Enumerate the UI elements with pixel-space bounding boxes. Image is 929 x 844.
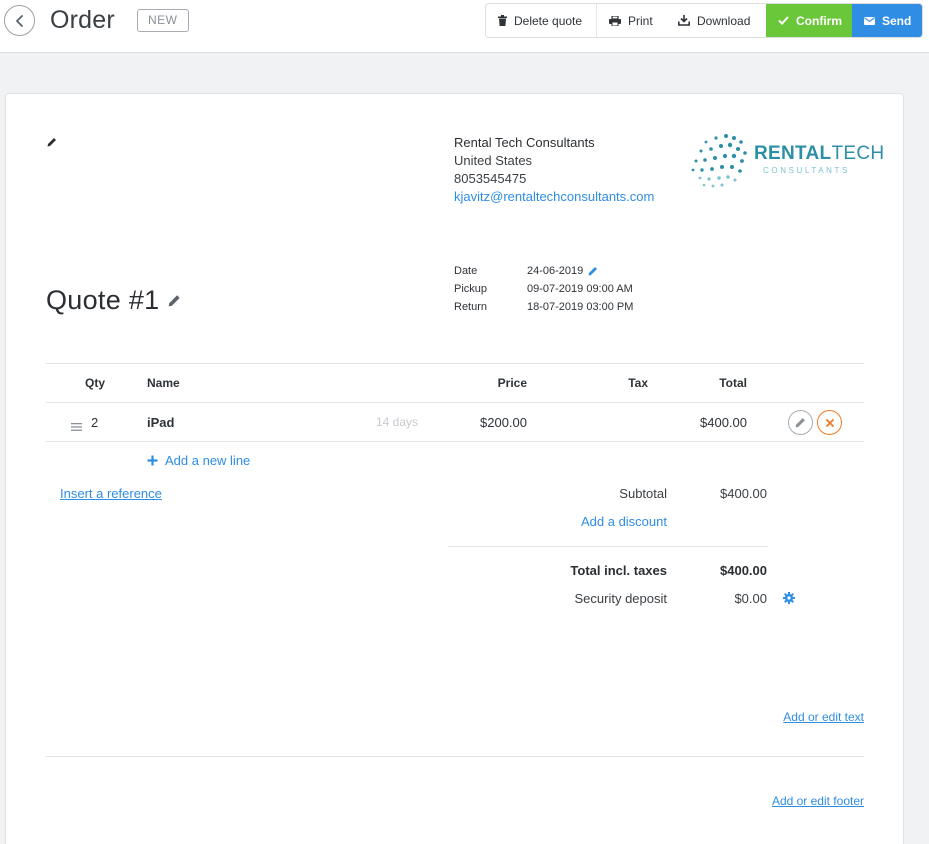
date-label: Date (454, 265, 478, 277)
company-logo: RENTALTECH CONSULTANTS (688, 132, 884, 190)
column-header-name: Name (147, 376, 180, 390)
totals-divider (448, 546, 768, 547)
pencil-icon (795, 418, 805, 428)
add-edit-text-link[interactable]: Add or edit text (706, 710, 864, 724)
logo-word-light: TECH (831, 143, 885, 164)
gear-icon (783, 592, 795, 604)
date-row: Date 24-06-2019 (454, 262, 633, 280)
pencil-icon (47, 138, 56, 147)
logo-word-bold: RENTAL (754, 143, 832, 164)
download-button[interactable]: Download (666, 4, 766, 37)
quote-title: Quote #1 (46, 285, 181, 316)
column-header-qty: Qty (85, 376, 106, 390)
logo-wordmark: RENTALTECH (754, 143, 884, 165)
globe-dots-icon (691, 134, 747, 188)
date-value-group: 24-06-2019 (527, 262, 598, 280)
send-label: Send (882, 13, 912, 28)
trash-icon (498, 15, 507, 26)
line-qty[interactable]: 2 (91, 415, 98, 430)
deposit-settings-button[interactable] (783, 591, 795, 609)
pickup-value: 09-07-2019 09:00 AM (527, 283, 633, 295)
printer-icon (609, 15, 621, 26)
send-button[interactable]: Send (852, 4, 922, 37)
print-label: Print (628, 13, 653, 28)
line-name: iPad (147, 415, 175, 430)
return-label: Return (454, 301, 488, 313)
company-phone: 8053545475 (454, 171, 527, 186)
column-header-price: Price (497, 376, 527, 390)
page-title: Order (50, 6, 115, 34)
print-button[interactable]: Print (597, 4, 666, 37)
action-toolbar: Delete quote Print Download Confirm Send (485, 3, 923, 38)
pencil-icon[interactable] (168, 294, 181, 307)
drag-handle-icon[interactable] (71, 418, 82, 436)
pencil-icon[interactable] (588, 266, 598, 276)
confirm-label: Confirm (796, 13, 842, 28)
delete-quote-button[interactable]: Delete quote (486, 4, 597, 37)
logo-subtitle: CONSULTANTS (763, 166, 850, 175)
company-info: Rental Tech Consultants United States 80… (454, 134, 654, 206)
line-total: $400.00 (700, 415, 747, 430)
delete-quote-label: Delete quote (514, 13, 583, 28)
subtotal-label: Subtotal (619, 486, 667, 501)
company-country: United States (454, 153, 533, 168)
row-divider (46, 441, 864, 442)
download-label: Download (697, 13, 751, 28)
download-icon (678, 15, 690, 26)
status-badge: NEW (137, 9, 189, 32)
check-icon (778, 16, 789, 25)
quote-title-text: Quote #1 (46, 285, 160, 315)
column-header-total: Total (719, 376, 747, 390)
confirm-button[interactable]: Confirm (766, 4, 852, 37)
table-header-divider (46, 402, 864, 403)
company-name: Rental Tech Consultants (454, 135, 595, 150)
line-duration: 14 days (376, 415, 419, 429)
remove-line-button[interactable] (817, 410, 842, 435)
subtotal-value: $400.00 (720, 486, 767, 501)
insert-reference-link[interactable]: Insert a reference (60, 486, 162, 501)
quote-dates: Date 24-06-2019 Pickup 09-07-2019 09:00 … (454, 262, 633, 316)
total-incl-taxes-label: Total incl. taxes (570, 563, 667, 578)
footer-divider (46, 756, 864, 757)
return-row: Return 18-07-2019 03:00 PM (454, 298, 633, 316)
top-bar: Order NEW Delete quote Print Download Co… (0, 0, 929, 53)
edit-logo-button[interactable] (47, 134, 57, 152)
add-edit-footer-link[interactable]: Add or edit footer (706, 794, 864, 808)
table-top-divider (46, 363, 864, 364)
chevron-left-icon (15, 14, 23, 27)
envelope-icon (864, 16, 875, 25)
pickup-row: Pickup 09-07-2019 09:00 AM (454, 280, 633, 298)
plus-icon (147, 455, 158, 466)
return-value: 18-07-2019 03:00 PM (527, 301, 634, 313)
add-discount-link[interactable]: Add a discount (546, 514, 667, 529)
column-header-tax: Tax (628, 376, 648, 390)
security-deposit-label: Security deposit (574, 591, 668, 606)
pickup-label: Pickup (454, 283, 488, 295)
edit-line-button[interactable] (788, 410, 813, 435)
quote-document: Rental Tech Consultants United States 80… (5, 93, 904, 844)
add-new-line-label: Add a new line (165, 453, 251, 468)
close-icon (825, 418, 834, 427)
back-button[interactable] (4, 5, 35, 36)
total-incl-taxes-value: $400.00 (720, 563, 767, 578)
company-email-link[interactable]: kjavitz@rentaltechconsultants.com (454, 188, 654, 206)
security-deposit-value: $0.00 (734, 591, 767, 606)
add-new-line-button[interactable]: Add a new line (147, 453, 250, 468)
date-value: 24-06-2019 (527, 265, 584, 277)
line-price[interactable]: $200.00 (456, 415, 527, 430)
